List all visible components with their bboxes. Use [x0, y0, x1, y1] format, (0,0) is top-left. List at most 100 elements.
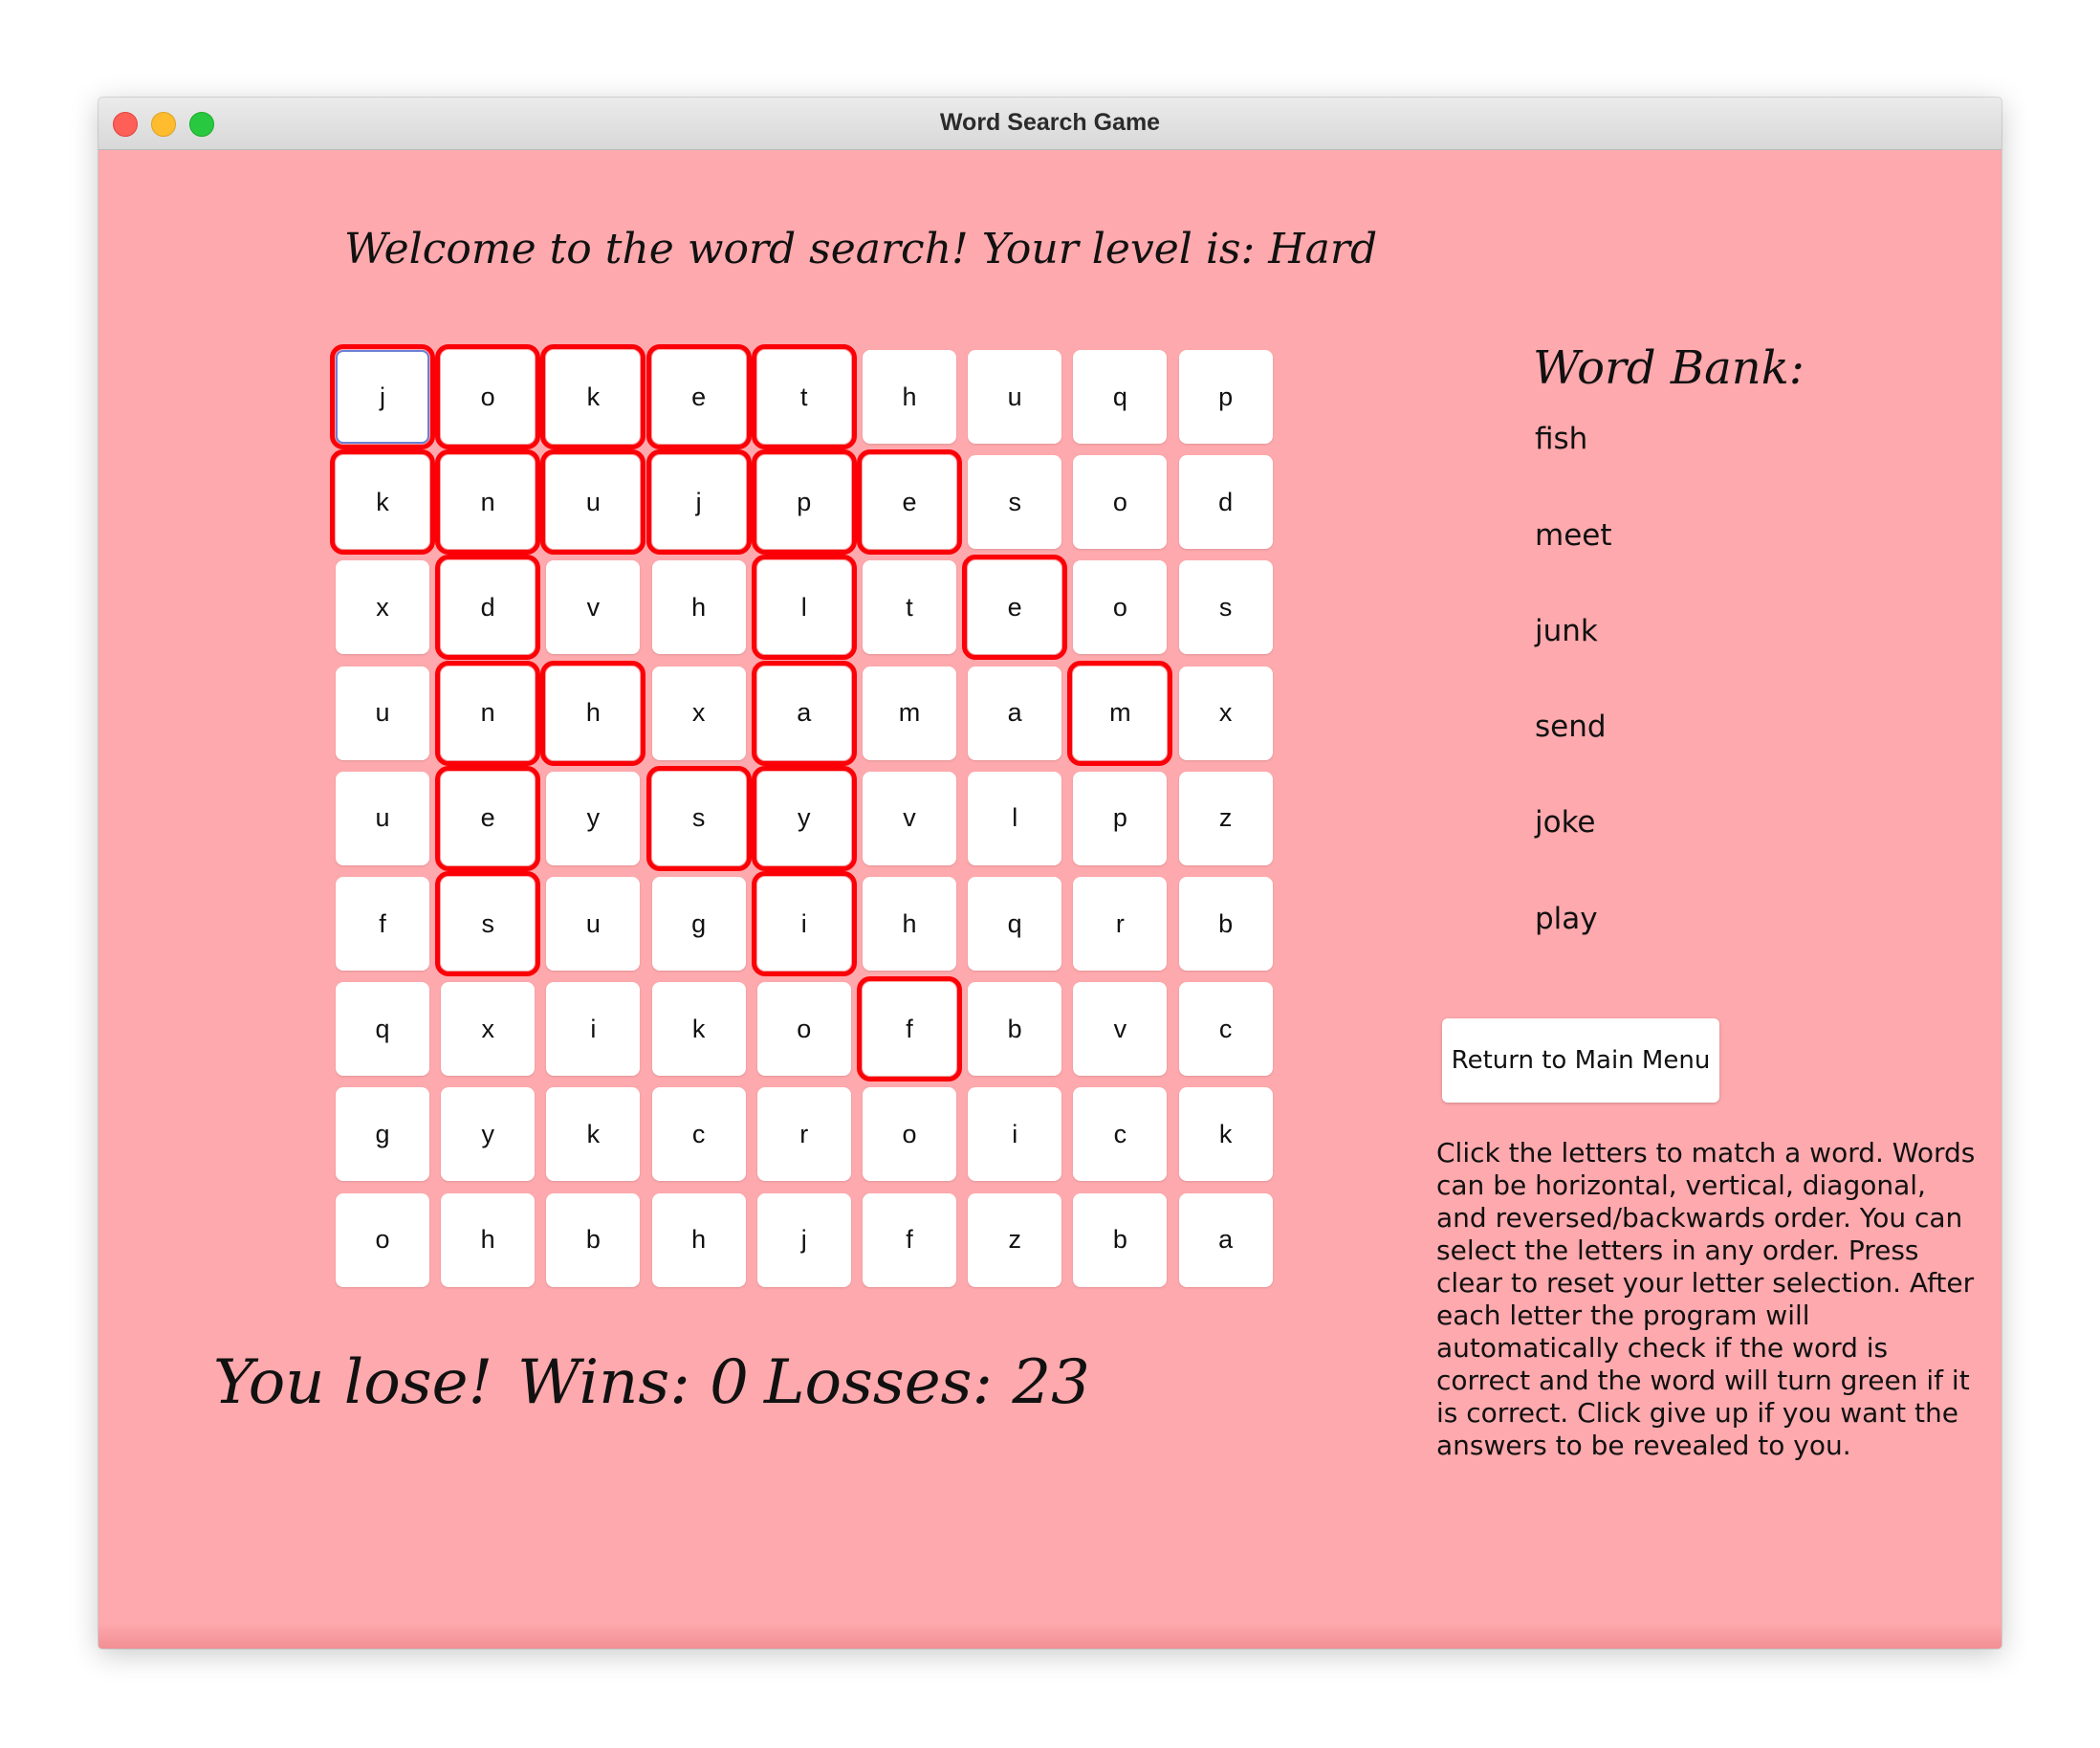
letter-tile[interactable]: n: [435, 660, 541, 766]
letter-tile[interactable]: h: [863, 350, 956, 444]
letter-tile[interactable]: t: [751, 344, 857, 449]
letter-tile[interactable]: c: [1073, 1087, 1168, 1182]
word-bank-item: fish: [1535, 422, 1588, 456]
letter-tile[interactable]: k: [651, 982, 746, 1077]
letter-tile[interactable]: g: [336, 1087, 429, 1182]
word-bank-title: Word Bank:: [1533, 341, 1805, 395]
letter-tile[interactable]: h: [651, 1192, 746, 1287]
letter-grid: jokethuqpknujpesodxdvhlteosunhxamamxueys…: [330, 344, 1277, 1291]
letter-tile[interactable]: z: [1178, 771, 1273, 865]
letter-tile[interactable]: b: [968, 982, 1062, 1077]
welcome-heading: Welcome to the word search! Your level i…: [344, 225, 1378, 273]
word-bank-item: junk: [1535, 614, 1598, 648]
game-result: You lose!: [213, 1347, 493, 1418]
letter-tile[interactable]: f: [336, 877, 429, 971]
letter-tile[interactable]: p: [1178, 350, 1273, 444]
word-bank-item: joke: [1535, 805, 1596, 840]
letter-tile[interactable]: q: [968, 877, 1062, 971]
letter-tile[interactable]: h: [651, 560, 746, 655]
letter-tile[interactable]: c: [651, 1087, 746, 1182]
letter-tile[interactable]: i: [751, 871, 857, 976]
letter-tile[interactable]: o: [863, 1087, 956, 1182]
letter-tile[interactable]: l: [968, 771, 1062, 865]
letter-tile[interactable]: k: [1178, 1087, 1273, 1182]
letter-tile[interactable]: s: [1178, 560, 1273, 655]
letter-tile[interactable]: h: [863, 877, 956, 971]
letter-tile[interactable]: o: [756, 982, 851, 1077]
letter-tile[interactable]: q: [1073, 350, 1168, 444]
losses-counter: Losses: 23: [764, 1347, 1090, 1418]
letter-tile[interactable]: g: [651, 877, 746, 971]
letter-tile[interactable]: b: [1178, 877, 1273, 971]
letter-tile[interactable]: t: [863, 560, 956, 655]
letter-tile[interactable]: b: [1073, 1192, 1168, 1287]
letter-tile[interactable]: o: [1073, 560, 1168, 655]
letter-tile[interactable]: f: [863, 1192, 956, 1287]
letter-tile[interactable]: e: [435, 765, 541, 871]
letter-tile[interactable]: o: [435, 344, 541, 449]
letter-tile[interactable]: c: [1178, 982, 1273, 1077]
letter-tile[interactable]: u: [546, 877, 641, 971]
letter-tile[interactable]: y: [546, 771, 641, 865]
letter-tile[interactable]: v: [863, 771, 956, 865]
letter-tile[interactable]: a: [968, 666, 1062, 760]
app-window: Word Search Game Welcome to the word sea…: [98, 98, 2002, 1649]
letter-tile[interactable]: p: [751, 449, 857, 556]
letter-tile[interactable]: e: [962, 555, 1068, 661]
letter-tile[interactable]: v: [546, 560, 641, 655]
title-bar: Word Search Game: [98, 98, 2002, 150]
letter-tile[interactable]: j: [645, 449, 752, 556]
letter-tile[interactable]: x: [441, 982, 536, 1077]
letter-tile[interactable]: v: [1073, 982, 1168, 1077]
letter-tile[interactable]: f: [857, 976, 962, 1082]
letter-tile[interactable]: s: [435, 871, 541, 976]
letter-tile[interactable]: x: [651, 666, 746, 760]
word-bank-item: play: [1535, 902, 1598, 936]
letter-tile[interactable]: m: [1067, 660, 1173, 766]
letter-tile[interactable]: s: [645, 765, 752, 871]
letter-tile[interactable]: k: [546, 1087, 641, 1182]
letter-tile[interactable]: d: [435, 555, 541, 661]
letter-tile[interactable]: s: [968, 455, 1062, 550]
letter-tile[interactable]: a: [751, 660, 857, 766]
window-title: Word Search Game: [939, 109, 1161, 136]
letter-tile[interactable]: j: [330, 344, 435, 449]
letter-tile[interactable]: p: [1073, 771, 1168, 865]
letter-tile[interactable]: b: [546, 1192, 641, 1287]
letter-tile[interactable]: o: [1073, 455, 1168, 550]
letter-tile[interactable]: u: [336, 666, 429, 760]
letter-tile[interactable]: y: [751, 765, 857, 871]
window-bottom-edge: [98, 1624, 2002, 1649]
letter-tile[interactable]: a: [1178, 1192, 1273, 1287]
letter-tile[interactable]: e: [857, 449, 962, 556]
letter-tile[interactable]: z: [968, 1192, 1062, 1287]
letter-tile[interactable]: u: [968, 350, 1062, 444]
letter-tile[interactable]: j: [756, 1192, 851, 1287]
letter-tile[interactable]: x: [1178, 666, 1273, 760]
word-bank-item: send: [1535, 710, 1607, 744]
return-to-main-menu-button[interactable]: Return to Main Menu: [1442, 1018, 1719, 1103]
letter-tile[interactable]: e: [645, 344, 752, 449]
wins-counter: Wins: 0: [517, 1347, 749, 1418]
letter-tile[interactable]: d: [1178, 455, 1273, 550]
letter-tile[interactable]: h: [540, 660, 646, 766]
letter-tile[interactable]: o: [336, 1192, 429, 1287]
letter-tile[interactable]: i: [968, 1087, 1062, 1182]
letter-tile[interactable]: u: [336, 771, 429, 865]
letter-tile[interactable]: u: [540, 449, 646, 556]
letter-tile[interactable]: l: [751, 555, 857, 661]
letter-tile[interactable]: m: [863, 666, 956, 760]
letter-tile[interactable]: h: [441, 1192, 536, 1287]
letter-tile[interactable]: k: [540, 344, 646, 449]
letter-tile[interactable]: q: [336, 982, 429, 1077]
letter-tile[interactable]: r: [756, 1087, 851, 1182]
letter-tile[interactable]: y: [441, 1087, 536, 1182]
letter-tile[interactable]: r: [1073, 877, 1168, 971]
letter-tile[interactable]: x: [336, 560, 429, 655]
word-bank-item: meet: [1535, 518, 1612, 553]
letter-tile[interactable]: i: [546, 982, 641, 1077]
letter-tile[interactable]: k: [330, 449, 435, 556]
letter-tile[interactable]: n: [435, 449, 541, 556]
game-content: Welcome to the word search! Your level i…: [98, 150, 2002, 1649]
instructions-text: Click the letters to match a word. Words…: [1436, 1137, 1976, 1461]
